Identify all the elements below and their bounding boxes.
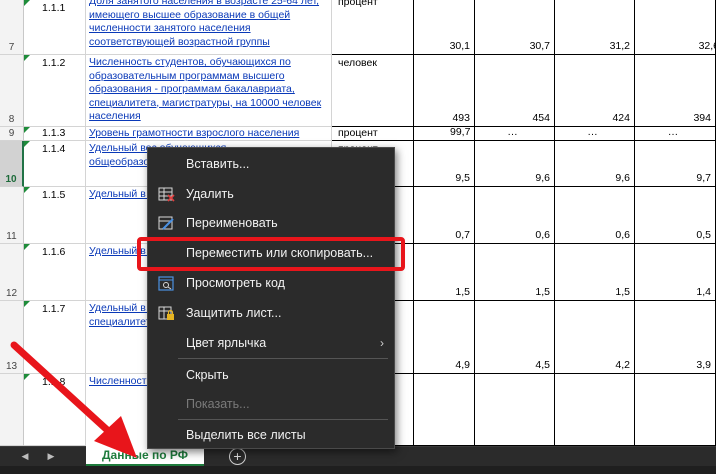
annotation-arrow-icon	[10, 341, 137, 458]
